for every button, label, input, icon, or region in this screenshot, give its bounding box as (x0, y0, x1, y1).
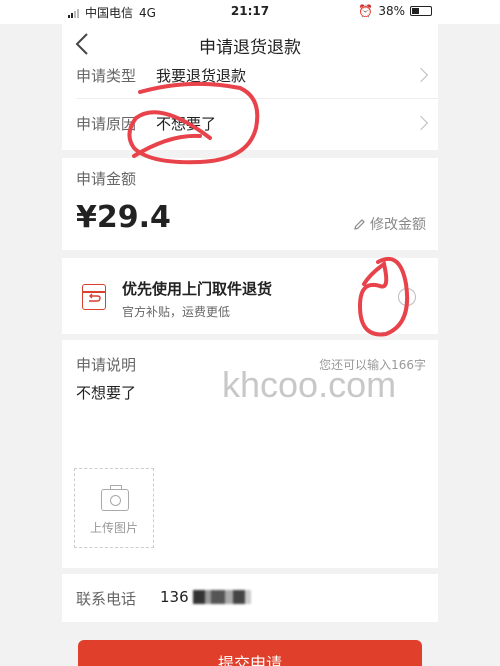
chevron-right-icon (413, 67, 429, 83)
request-reason-row[interactable]: 申请原因 不想要了 (76, 112, 429, 134)
divider (76, 98, 438, 99)
request-reason-value: 不想要了 (156, 114, 217, 133)
description-textarea[interactable]: 不想要了 (76, 382, 136, 403)
status-right: ⏰ 38% (358, 4, 432, 18)
amount-value: ¥29.4 (76, 200, 171, 235)
watermark: khcoo.com (222, 364, 397, 405)
camera-icon (101, 485, 129, 511)
pickup-title: 优先使用上门取件退货 (122, 280, 273, 298)
contact-phone-input[interactable]: 136 (160, 588, 251, 606)
alarm-icon: ⏰ (358, 4, 374, 18)
upload-image-label: 上传图片 (89, 521, 138, 535)
contact-phone-value: 136 (160, 588, 189, 606)
modify-amount-button[interactable]: 修改金额 (353, 214, 426, 234)
pickup-radio[interactable] (398, 288, 416, 306)
contact-phone-label: 联系电话 (76, 590, 137, 608)
pickup-card[interactable]: 优先使用上门取件退货 官方补贴，运费更低 (62, 258, 438, 334)
request-type-label: 申请类型 (76, 66, 137, 85)
amount-card: 申请金额 ¥29.4 修改金额 (62, 158, 438, 250)
request-type-value: 我要退货退款 (156, 66, 247, 85)
upload-image-button[interactable]: 上传图片 (74, 468, 154, 548)
pickup-subtitle: 官方补贴，运费更低 (122, 305, 231, 319)
chevron-right-icon (413, 115, 429, 131)
battery-icon (410, 6, 432, 16)
request-info-card: 申请类型 我要退货退款 申请原因 不想要了 (62, 64, 438, 150)
description-label: 申请说明 (76, 356, 137, 374)
page-title: 申请退货退款 (199, 38, 301, 58)
amount-label: 申请金额 (76, 170, 137, 188)
status-bar: 中国电信 4G 21:17 ⏰ 38% (0, 0, 500, 24)
request-reason-label: 申请原因 (76, 114, 137, 133)
nav-bar: 申请退货退款 (62, 24, 438, 64)
modify-amount-label: 修改金额 (370, 217, 426, 233)
battery-percent: 38% (378, 4, 405, 18)
edit-icon (354, 218, 365, 230)
submit-button[interactable]: 提交申请 (78, 640, 422, 666)
pickup-box-icon (81, 284, 106, 310)
phone-redaction (192, 590, 251, 604)
request-type-row[interactable]: 申请类型 我要退货退款 (76, 64, 429, 86)
contact-card: 联系电话 136 (62, 574, 438, 622)
